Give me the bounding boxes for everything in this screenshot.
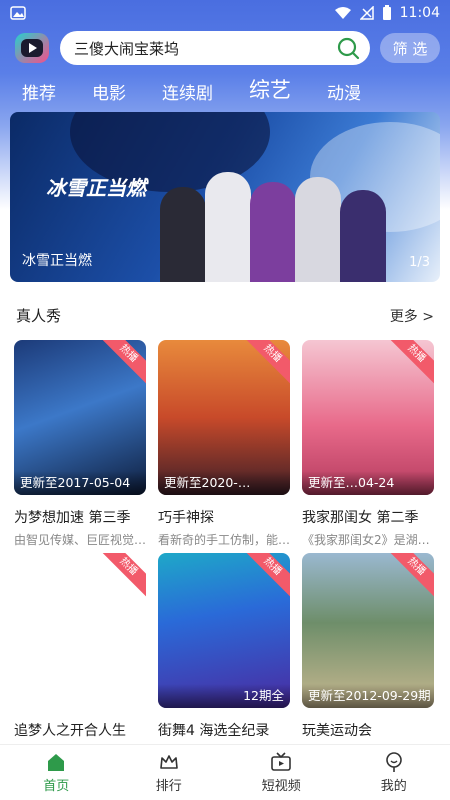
- search-query: 三傻大闹宝莱坞: [74, 39, 180, 58]
- hot-badge: 热播: [238, 340, 290, 388]
- search-icon[interactable]: [336, 36, 360, 60]
- banner-caption: 冰雪正当燃: [22, 253, 92, 269]
- card-title: 追梦人之开合人生: [14, 723, 126, 739]
- hot-badge: 热播: [382, 553, 434, 601]
- update-note: 更新至2017-05-04: [14, 471, 146, 495]
- nav-label: 排行: [155, 779, 182, 794]
- no-signal-icon: [359, 6, 374, 20]
- poster-image: 热播 12期全: [158, 553, 290, 708]
- poster-image: 热播 更新至2017-05-04: [14, 340, 146, 495]
- card-title: 玩美运动会: [302, 723, 372, 739]
- status-bar: 11:04: [0, 0, 450, 26]
- poster-image: 热播 更新至2012-09-29期: [302, 553, 434, 708]
- banner-page-indicator: 1/3: [409, 255, 430, 270]
- show-card[interactable]: 热播 更新至…04-24 我家那闺女 第二季 《我家那闺女2》是湖…: [302, 340, 434, 548]
- poster-image: 热播 更新至…04-24: [302, 340, 434, 495]
- wifi-icon: [334, 7, 351, 19]
- hot-badge: 热播: [382, 340, 434, 388]
- bottom-navigation: 首页 排行 短视频 我的: [0, 744, 450, 800]
- update-note: 更新至2020-…: [158, 471, 290, 495]
- card-description: 由智见传媒、巨匠视觉…: [14, 533, 146, 547]
- nav-profile[interactable]: 我的: [354, 751, 434, 794]
- show-card[interactable]: 热播 更新至2020-… 巧手神探 看新奇的手工仿制，能…: [158, 340, 290, 548]
- show-card[interactable]: 热播 12期全 街舞4 海选全纪录: [158, 553, 290, 740]
- crown-icon: [159, 755, 178, 769]
- update-note: 更新至2012-09-29期: [302, 684, 434, 708]
- app-logo-icon[interactable]: [12, 28, 52, 68]
- show-card[interactable]: 热播 更新至2012-09-29期 玩美运动会: [302, 553, 434, 740]
- banner-person: [205, 172, 251, 282]
- search-input[interactable]: 三傻大闹宝莱坞: [60, 31, 370, 65]
- card-title: 街舞4 海选全纪录: [158, 723, 270, 739]
- tab-recommend[interactable]: 推荐: [22, 79, 56, 104]
- tab-anime[interactable]: 动漫: [327, 79, 361, 104]
- hot-badge: 热播: [238, 553, 290, 601]
- gallery-icon: [10, 6, 26, 20]
- filter-button[interactable]: 筛 选: [380, 33, 440, 63]
- more-link[interactable]: 更多 >: [390, 306, 434, 326]
- banner-person: [295, 177, 341, 282]
- category-tabs: 推荐 电影 连续剧 综艺 动漫: [0, 74, 450, 104]
- card-title: 巧手神探: [158, 510, 214, 526]
- nav-home[interactable]: 首页: [16, 751, 96, 794]
- update-note: 12期全: [158, 684, 290, 708]
- nav-label: 首页: [43, 779, 70, 794]
- hot-badge: 热播: [94, 340, 146, 388]
- tab-series[interactable]: 连续剧: [162, 79, 213, 104]
- show-card[interactable]: 热播 更新至2017-05-04 为梦想加速 第三季 由智见传媒、巨匠视觉…: [14, 340, 146, 548]
- home-icon: [48, 754, 65, 771]
- poster-image: 热播: [14, 553, 146, 708]
- banner-person: [160, 187, 206, 282]
- nav-short-video[interactable]: 短视频: [241, 751, 321, 794]
- banner-person: [340, 190, 386, 282]
- section-title: 真人秀: [16, 307, 62, 325]
- search-row: 三傻大闹宝莱坞 筛 选: [12, 30, 440, 66]
- user-icon: [385, 752, 402, 772]
- nav-ranking[interactable]: 排行: [129, 751, 209, 794]
- section-header: 真人秀 更多 >: [16, 305, 434, 326]
- card-description: 《我家那闺女2》是湖…: [302, 533, 430, 547]
- card-description: 看新奇的手工仿制，能…: [158, 533, 290, 547]
- show-grid-row-2: 热播 追梦人之开合人生 热播 12期全 街舞4 海选全纪录 热播 更新至2012…: [14, 553, 436, 740]
- tv-icon: [271, 752, 292, 771]
- reality-show-grid: 热播 更新至2017-05-04 为梦想加速 第三季 由智见传媒、巨匠视觉… 热…: [14, 340, 436, 548]
- hot-badge: 热播: [94, 553, 146, 601]
- show-card[interactable]: 热播 追梦人之开合人生: [14, 553, 146, 740]
- tab-movies[interactable]: 电影: [92, 79, 126, 104]
- banner-carousel[interactable]: 冰雪正当燃 冰雪正当燃 1/3: [10, 112, 440, 282]
- nav-label: 我的: [380, 779, 407, 794]
- banner-show-logo: 冰雪正当燃: [46, 176, 146, 200]
- card-title: 为梦想加速 第三季: [14, 510, 131, 526]
- nav-label: 短视频: [261, 779, 301, 794]
- update-note: 更新至…04-24: [302, 471, 434, 495]
- poster-image: 热播 更新至2020-…: [158, 340, 290, 495]
- card-title: 我家那闺女 第二季: [302, 510, 419, 526]
- status-time: 11:04: [399, 5, 440, 21]
- tab-variety[interactable]: 综艺: [249, 74, 291, 104]
- banner-person: [250, 182, 296, 282]
- battery-icon: [382, 5, 391, 20]
